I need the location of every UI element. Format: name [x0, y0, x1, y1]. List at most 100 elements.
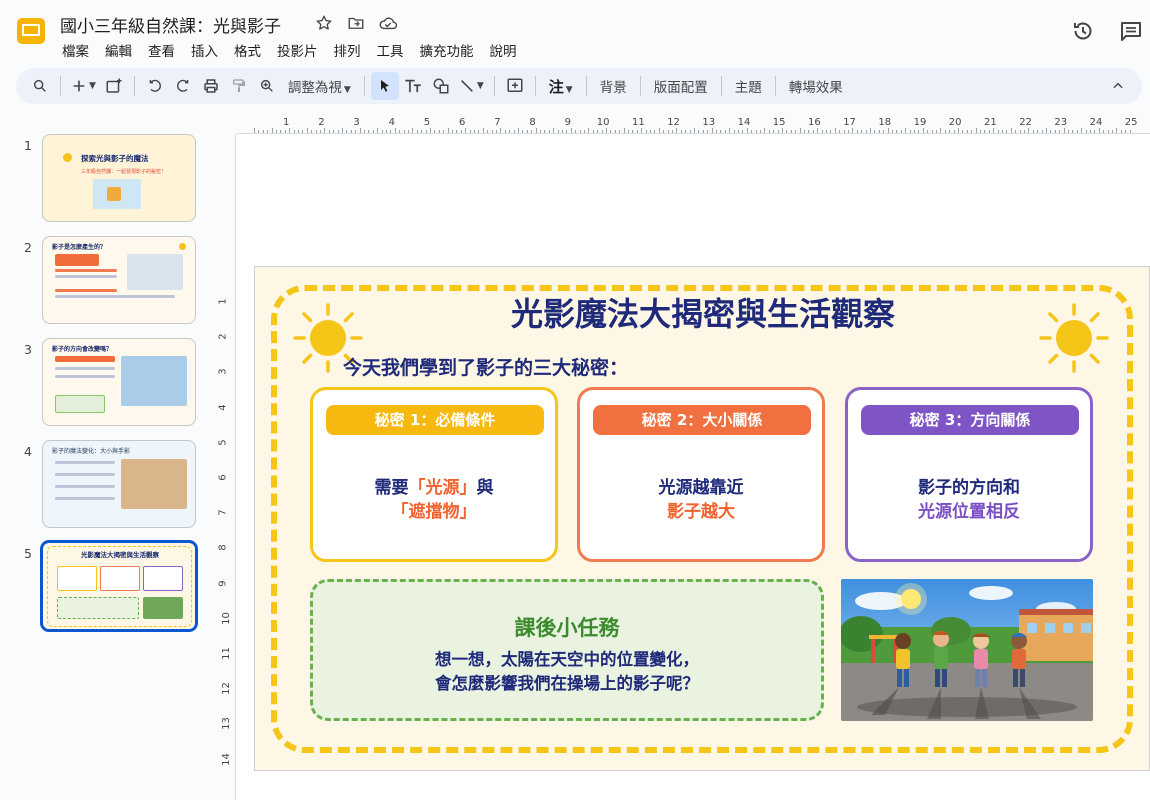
ruler-tick — [843, 130, 845, 133]
line-icon[interactable]: ▼ — [455, 72, 488, 100]
secret-card-1[interactable]: 秘密 1：必備條件 需要「光源」與 「遮擋物」 — [310, 387, 558, 562]
zoom-dropdown[interactable]: 調整為視 ▼ — [281, 76, 358, 96]
ruler-tick — [610, 130, 612, 133]
ruler-tick-label: 18 — [878, 117, 892, 128]
secret-card-2[interactable]: 秘密 2：大小關係 光源越靠近 影子越大 — [577, 387, 825, 562]
ruler-tick — [487, 130, 489, 133]
task-line: 想一想，太陽在天空中的位置變化， — [435, 650, 699, 669]
ruler-tick — [570, 128, 572, 133]
ruler-tick — [1107, 130, 1109, 133]
history-icon[interactable] — [1070, 18, 1096, 44]
ruler-tick — [861, 130, 863, 133]
ruler-tick — [518, 128, 519, 133]
ruler-tick — [654, 130, 656, 133]
ruler-tick-label: 10 — [220, 611, 232, 625]
ruler-tick — [936, 130, 937, 133]
undo-icon[interactable] — [141, 72, 169, 100]
menu-help[interactable]: 說明 — [482, 38, 525, 62]
ruler-tick — [892, 130, 893, 133]
select-cursor-icon[interactable] — [370, 72, 399, 100]
slide-thumbnail-5[interactable]: 光影魔法大揭密與生活觀察 — [41, 541, 197, 631]
ruler-tick — [874, 130, 876, 133]
cloud-status-icon[interactable] — [378, 13, 398, 33]
slide-thumbnail-1[interactable]: 探索光與影子的魔法 三年級自然課：一起發現影子的秘密！ — [42, 134, 196, 222]
redo-icon[interactable] — [169, 72, 197, 100]
current-slide[interactable]: 光影魔法大揭密與生活觀察 今天我們學到了影子的三大秘密： 秘密 1：必備條件 需… — [254, 266, 1150, 771]
ruler-tick — [777, 130, 779, 133]
ruler-tick-label: 23 — [1054, 117, 1068, 128]
ruler-tick — [949, 130, 951, 133]
slide-thumbnail-3[interactable]: 影子的方向會改變嗎？ — [42, 338, 196, 426]
slide-thumbnail-2[interactable]: 影子是怎麼產生的？ — [42, 236, 196, 324]
paint-format-icon[interactable] — [225, 72, 253, 100]
ruler-tick — [724, 130, 726, 133]
new-slide-layout-icon[interactable] — [100, 72, 128, 100]
ruler-tick — [500, 128, 502, 133]
slide-subtitle[interactable]: 今天我們學到了影子的三大秘密： — [343, 353, 628, 380]
document-title[interactable]: 國小三年級自然課：光與影子 — [60, 12, 281, 37]
ruler-tick — [738, 130, 739, 133]
ruler-tick — [931, 130, 933, 133]
secret-card-header: 秘密 3：方向關係 — [861, 405, 1079, 435]
move-folder-icon[interactable] — [346, 13, 366, 33]
notes-button[interactable]: 注 ▼ — [542, 76, 580, 97]
secret-card-header: 秘密 1：必備條件 — [326, 405, 544, 435]
add-comment-icon[interactable] — [501, 72, 529, 100]
ruler-tick — [522, 130, 524, 133]
ruler-tick-label: 1 — [283, 117, 290, 128]
text-box-icon[interactable] — [399, 72, 427, 100]
theme-button[interactable]: 主題 — [728, 76, 769, 96]
thumbnail-block — [55, 461, 115, 464]
ruler-tick — [848, 130, 849, 133]
ruler-tick — [773, 130, 775, 133]
collapse-toolbar-icon[interactable] — [1104, 72, 1132, 100]
toolbar-divider — [720, 76, 722, 96]
star-icon[interactable] — [314, 13, 334, 33]
menu-tools[interactable]: 工具 — [369, 38, 412, 62]
menu-format[interactable]: 格式 — [226, 38, 269, 62]
ruler-tick — [760, 130, 761, 133]
menu-view[interactable]: 查看 — [140, 38, 183, 62]
ruler-tick — [720, 130, 722, 133]
ruler-tick — [927, 130, 929, 133]
search-menus-icon[interactable] — [26, 72, 54, 100]
menu-extensions[interactable]: 擴充功能 — [412, 38, 482, 62]
shape-icon[interactable] — [427, 72, 455, 100]
ruler-tick-label: 13 — [220, 717, 232, 731]
slide-title[interactable]: 光影魔法大揭密與生活觀察 — [255, 289, 1149, 335]
layout-button[interactable]: 版面配置 — [647, 76, 715, 96]
ruler-tick — [496, 130, 497, 133]
secret-card-3[interactable]: 秘密 3：方向關係 影子的方向和 光源位置相反 — [845, 387, 1093, 562]
background-button[interactable]: 背景 — [593, 76, 634, 96]
menu-edit[interactable]: 編輯 — [97, 38, 140, 62]
menu-file[interactable]: 檔案 — [54, 38, 97, 62]
ruler-tick — [804, 130, 805, 133]
ruler-tick — [751, 130, 753, 133]
ruler-tick — [830, 130, 832, 133]
ruler-tick — [355, 130, 357, 133]
thumbnail-number: 1 — [24, 138, 32, 153]
ruler-tick — [320, 130, 321, 133]
print-icon[interactable] — [197, 72, 225, 100]
playground-children-image[interactable] — [841, 579, 1093, 721]
menu-slide[interactable]: 投影片 — [269, 38, 326, 62]
thumbnail-subtitle: 三年級自然課：一起發現影子的秘密！ — [81, 169, 167, 175]
ruler-tick-label: 3 — [217, 368, 229, 376]
ruler-tick — [276, 130, 277, 133]
ruler-tick-label: 16 — [808, 117, 821, 128]
ruler-tick-label: 14 — [220, 752, 232, 766]
secret-card-body: 光源越靠近 影子越大 — [580, 476, 822, 524]
thumbnail-row-2: 2 影子是怎麼產生的？ — [0, 236, 236, 328]
transition-button[interactable]: 轉場效果 — [782, 76, 850, 96]
ruler-tick — [980, 130, 981, 133]
new-slide-icon[interactable]: ▼ — [67, 72, 100, 100]
comments-icon[interactable] — [1118, 18, 1144, 44]
menu-insert[interactable]: 插入 — [183, 38, 226, 62]
slides-logo-icon[interactable] — [14, 14, 48, 48]
zoom-icon[interactable] — [253, 72, 281, 100]
ruler-tick — [839, 130, 841, 133]
thumbnail-block — [55, 485, 115, 488]
menu-arrange[interactable]: 排列 — [326, 38, 369, 62]
slide-thumbnail-4[interactable]: 影子的魔法變化：大小與手影 — [42, 440, 196, 528]
homework-task-box[interactable]: 課後小任務 想一想，太陽在天空中的位置變化， 會怎麼影響我們在操場上的影子呢？ — [310, 579, 824, 721]
